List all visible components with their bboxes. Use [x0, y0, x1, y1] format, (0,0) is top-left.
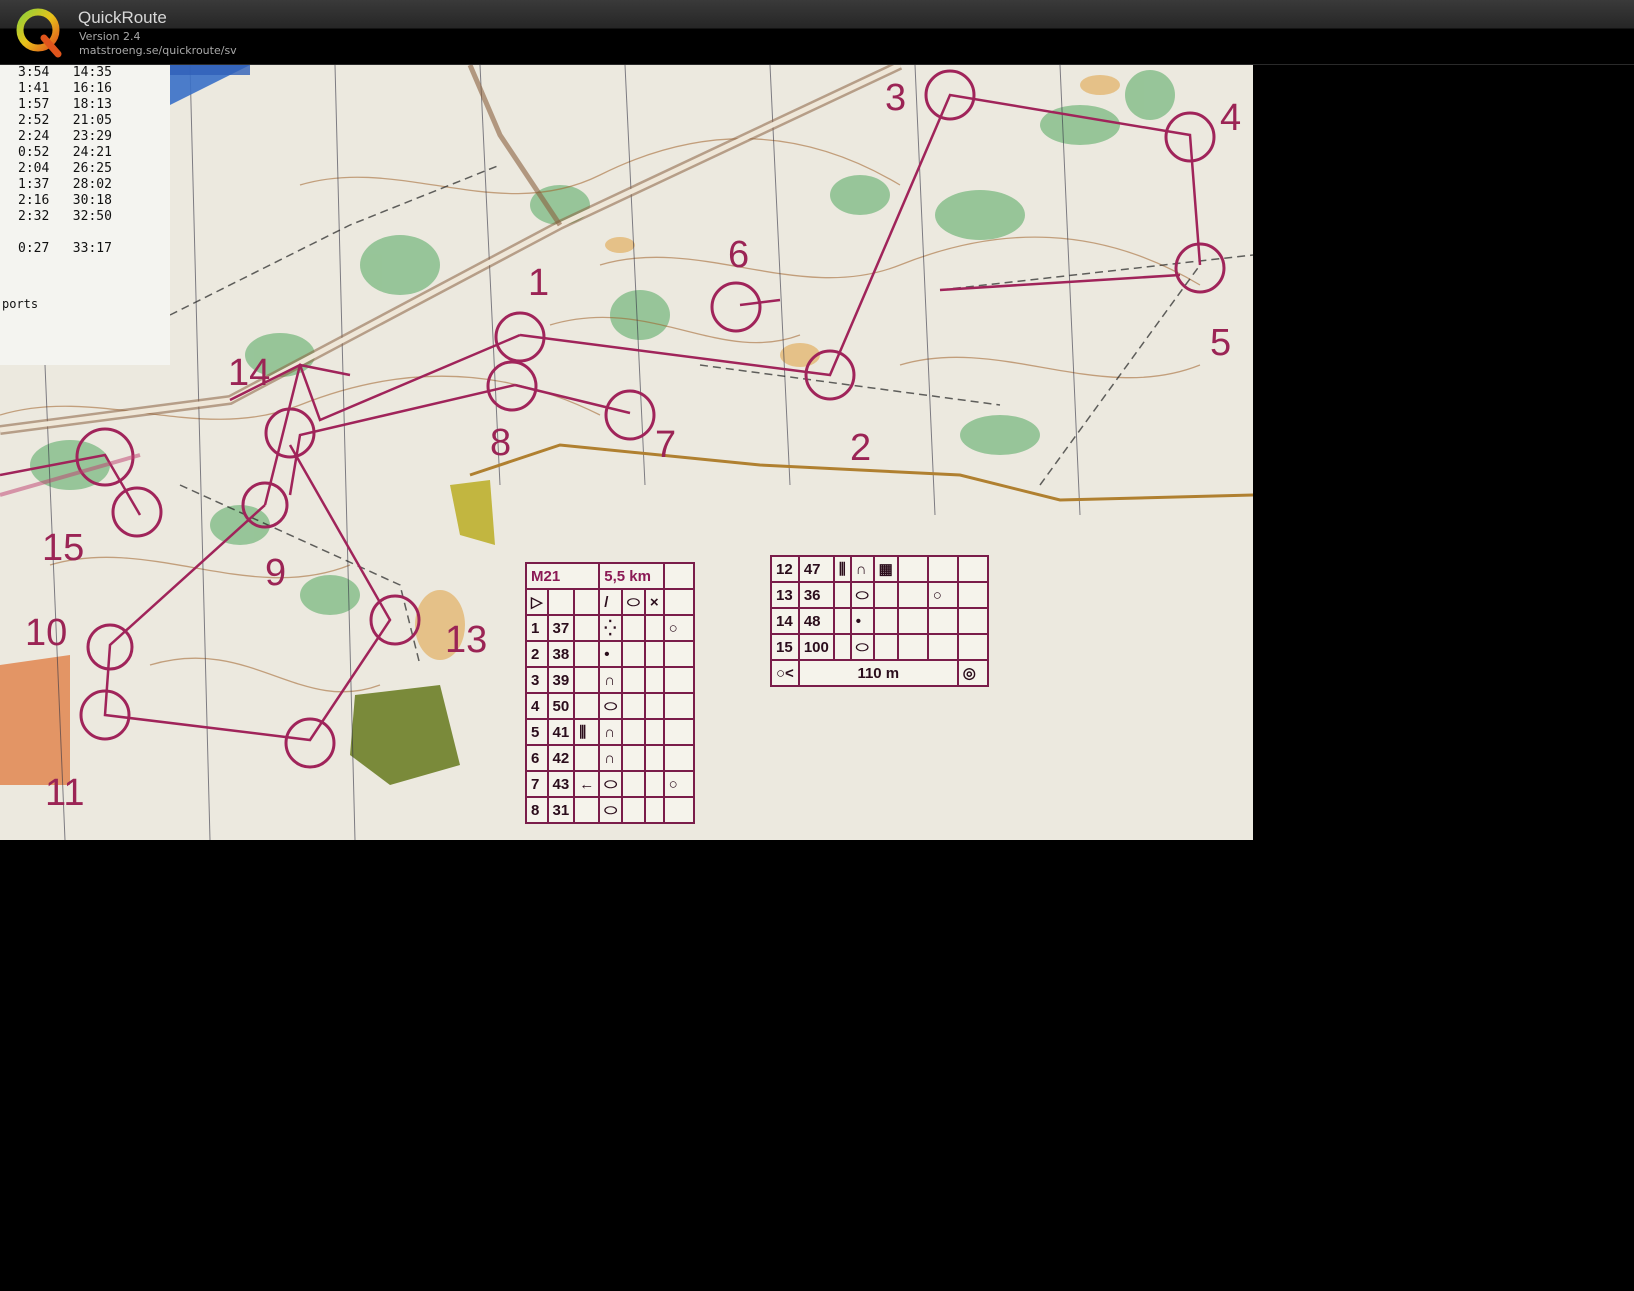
orienteering-map[interactable]: 1 2 3 4 5 6 7 8 9 10 11 13 14 15 3:54 14… [0, 65, 1253, 840]
control-label: 3 [885, 77, 906, 119]
description-row: 13 36 ⬭ ○ [770, 581, 989, 609]
description-row: 14 48 • [770, 607, 989, 635]
split-row: 2:24 23:29 [18, 129, 112, 144]
control-label: 4 [1220, 97, 1241, 139]
app-title: QuickRoute [78, 8, 167, 27]
control-label: 13 [445, 619, 487, 661]
control-label: 6 [728, 234, 749, 276]
finish-row: ○< 110 m ◎ [770, 659, 989, 687]
split-row: 3:54 14:35 [18, 65, 112, 80]
split-row: 0:27 33:17 [18, 241, 112, 256]
finish-start-icon: ○< [770, 659, 800, 687]
description-row: 7 43 ← ⬭ ○ [525, 770, 695, 798]
control-description-sheet-right: 12 47 ⫼ ∩ ▦ 13 36 ⬭ ○ 14 48 • 15 100 ⬭ ○< 110 m ◎ [770, 555, 989, 687]
split-row: 1:57 18:13 [18, 97, 112, 112]
description-row: 6 42 ∩ [525, 744, 695, 772]
control-label: 10 [25, 612, 67, 654]
split-row: 1:41 16:16 [18, 81, 112, 96]
splits-footer: ports [2, 297, 39, 311]
quickroute-logo-icon [16, 8, 62, 58]
split-row: 2:04 26:25 [18, 161, 112, 176]
control-label: 11 [45, 772, 84, 814]
split-row: 2:52 21:05 [18, 113, 112, 128]
split-row: 1:37 28:02 [18, 177, 112, 192]
app-version: Version 2.4 [79, 30, 141, 43]
description-row: 2 38 • [525, 640, 695, 668]
course-length: 5,5 km [598, 562, 665, 590]
control-label: 7 [655, 424, 676, 466]
control-description-sheet-left: M21 5,5 km ▷ / ⬭ × 1 37 ⁛ ○ 2 38 • 3 39 ∩ 4 50 ⬭ 5 41… [524, 562, 695, 824]
description-row: 4 50 ⬭ [525, 692, 695, 720]
control-label: 8 [490, 422, 511, 464]
control-label: 5 [1210, 322, 1231, 364]
split-row: 2:32 32:50 [18, 209, 112, 224]
description-row: 5 41 ⫼ ∩ [525, 718, 695, 746]
finish-icon: ◎ [956, 659, 989, 687]
app-header: QuickRoute Version 2.4 matstroeng.se/qui… [0, 0, 1634, 65]
description-row: 12 47 ⫼ ∩ ▦ [770, 555, 989, 583]
control-label: 14 [228, 352, 270, 394]
description-row: 3 39 ∩ [525, 666, 695, 694]
control-label: 9 [265, 552, 286, 594]
control-label: 2 [850, 427, 871, 469]
split-times-panel: 3:54 14:35 1:41 16:16 1:57 18:13 2:52 21… [0, 65, 170, 365]
finish-distance: 110 m [797, 659, 959, 687]
control-label: 1 [528, 262, 549, 304]
description-row: 1 37 ⁛ ○ [525, 614, 695, 642]
app-url[interactable]: matstroeng.se/quickroute/sv [79, 44, 237, 57]
start-triangle-icon: ▷ [525, 588, 549, 616]
description-row: 8 31 ⬭ [525, 796, 695, 824]
description-row: 15 100 ⬭ [770, 633, 989, 661]
control-label: 15 [42, 527, 84, 569]
split-row: 2:16 30:18 [18, 193, 112, 208]
course-class: M21 [524, 562, 601, 590]
split-row: 0:52 24:21 [18, 145, 112, 160]
